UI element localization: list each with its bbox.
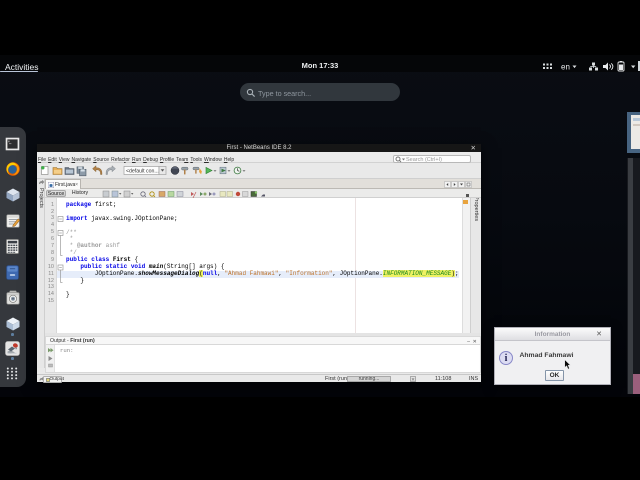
svg-text:en: en	[561, 63, 570, 72]
svg-text:<default con...: <default con...	[126, 169, 159, 175]
